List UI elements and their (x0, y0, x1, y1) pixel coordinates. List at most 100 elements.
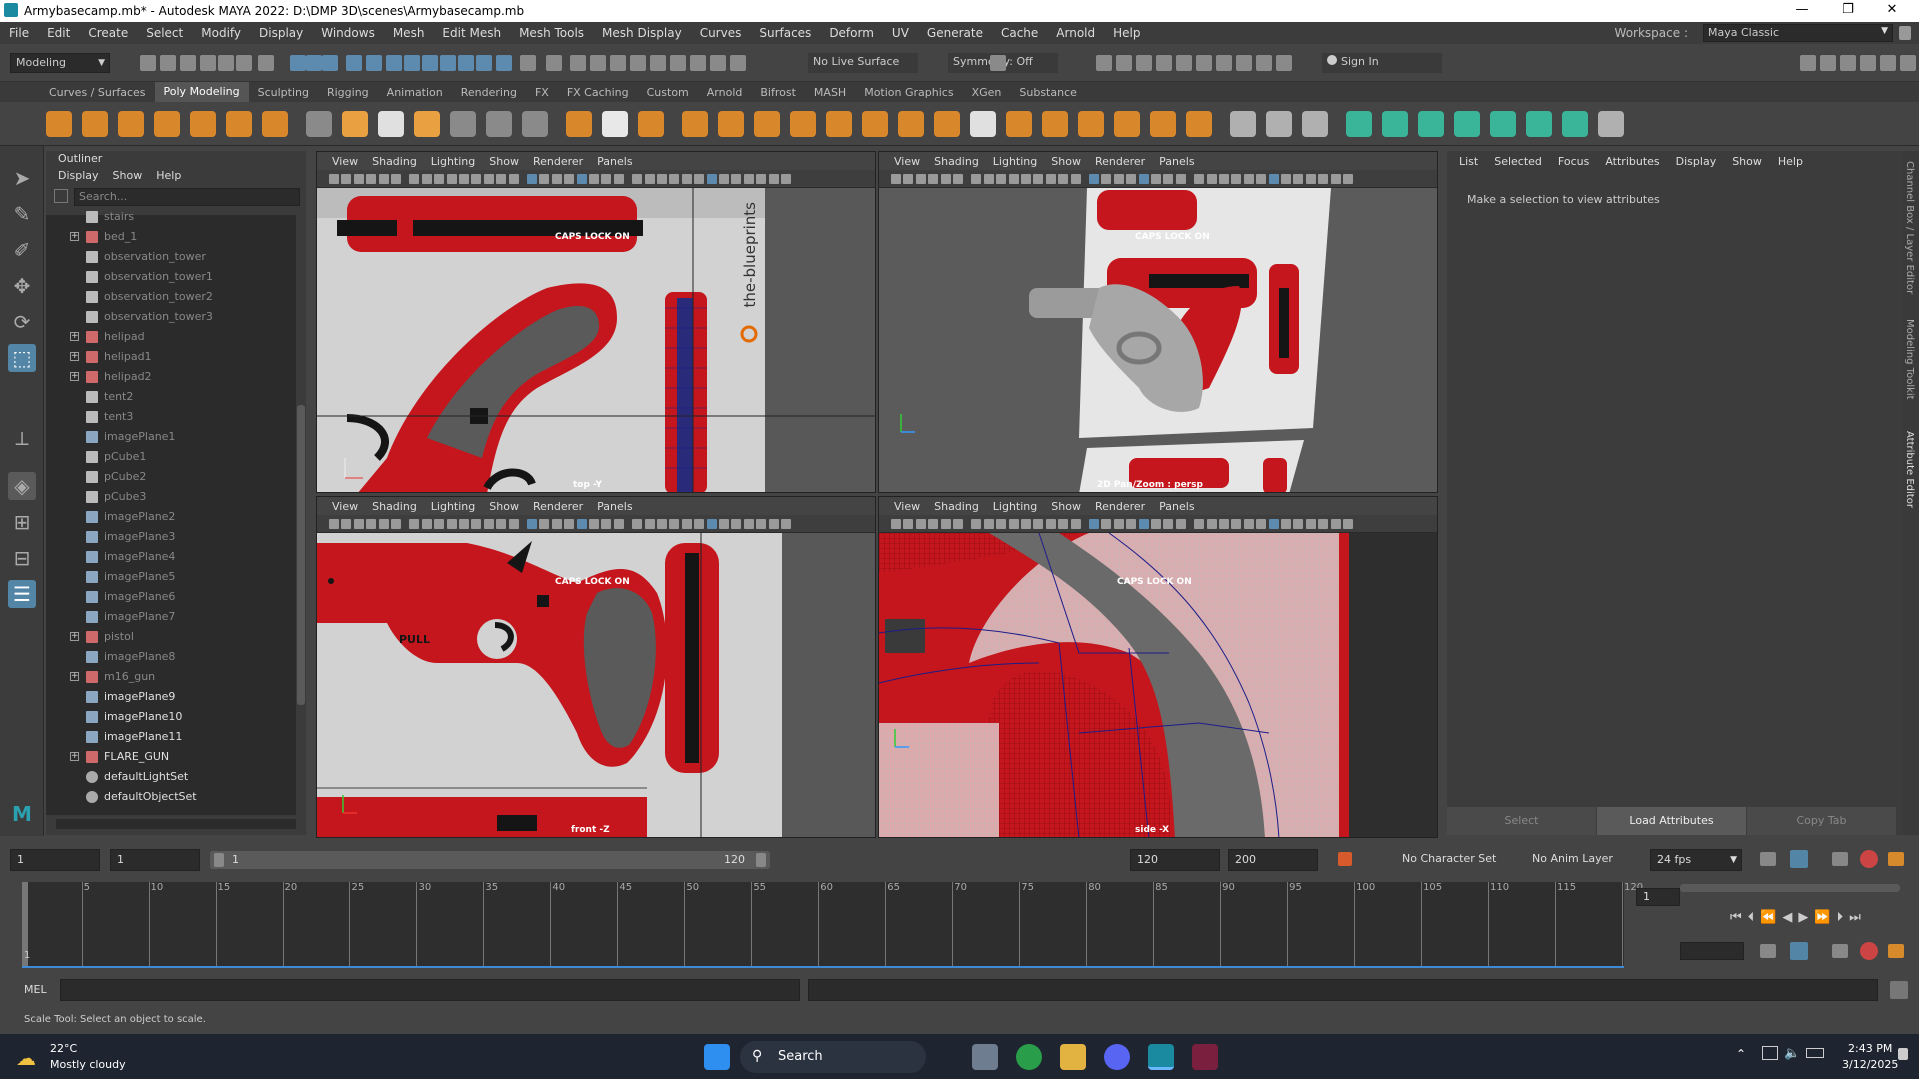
viewport-menu-view[interactable]: View (887, 500, 927, 513)
status-tool-icon[interactable] (650, 55, 666, 71)
viewport-tool-icon[interactable] (731, 519, 742, 529)
taskbar-search[interactable]: ⚲ Search (740, 1041, 926, 1073)
shelf-tab-bifrost[interactable]: Bifrost (751, 86, 805, 99)
viewport-tool-icon[interactable] (657, 174, 667, 184)
attr-menu-show[interactable]: Show (1724, 151, 1770, 173)
viewport-tool-icon[interactable] (1219, 174, 1229, 184)
viewport-menu-lighting[interactable]: Lighting (424, 155, 482, 168)
viewport-menu-view[interactable]: View (325, 155, 365, 168)
attr-menu-list[interactable]: List (1451, 151, 1486, 173)
viewport-tool-icon[interactable] (459, 174, 469, 184)
viewport-tool-icon[interactable] (576, 519, 587, 529)
weather-icon[interactable]: ☁ (16, 1046, 36, 1070)
range-handle-left[interactable] (214, 853, 224, 867)
viewport-tool-icon[interactable] (1138, 519, 1149, 529)
viewport-tool-icon[interactable] (644, 174, 655, 184)
viewport-tool-icon[interactable] (743, 174, 754, 184)
viewport-tool-icon[interactable] (891, 519, 901, 529)
attr-menu-attributes[interactable]: Attributes (1597, 151, 1667, 173)
viewport-tool-icon[interactable] (409, 519, 420, 529)
viewport-top[interactable]: View Shading Lighting Show Renderer Panels (316, 151, 876, 493)
viewport-tool-icon[interactable] (1008, 519, 1019, 529)
viewport-tool-icon[interactable] (378, 174, 389, 184)
menu-arnold[interactable]: Arnold (1047, 26, 1104, 40)
viewport-tool-icon[interactable] (434, 519, 445, 529)
shelf-tool-icon[interactable] (602, 111, 628, 137)
viewport-menu-show[interactable]: Show (482, 500, 526, 513)
viewport-tool-icon[interactable] (508, 519, 519, 529)
viewport-menu-panels[interactable]: Panels (1152, 155, 1201, 168)
shelf-tool-icon[interactable] (718, 111, 744, 137)
status-tool-icon[interactable] (346, 55, 362, 71)
status-tool-icon[interactable] (1800, 55, 1816, 71)
outliner-item[interactable]: + helipad2 (46, 367, 286, 387)
preferences-icon[interactable] (1860, 850, 1878, 868)
cache-playback-icon[interactable] (1790, 942, 1808, 960)
anim-layer-dropdown[interactable]: No Anim Layer (1526, 849, 1646, 871)
viewport-tool-icon[interactable] (694, 519, 705, 529)
status-tool-icon[interactable] (1236, 55, 1252, 71)
outliner-menu-show[interactable]: Show (113, 167, 143, 185)
viewport-tool-icon[interactable] (1163, 519, 1174, 529)
go-to-end-icon[interactable]: ⏭ (1849, 910, 1861, 925)
shelf-tool-icon[interactable] (1078, 111, 1104, 137)
viewport-tool-icon[interactable] (632, 519, 643, 529)
two-pane-layout-icon[interactable]: ⊟ (8, 544, 36, 572)
shelf-tab-custom[interactable]: Custom (638, 86, 698, 99)
viewport-front[interactable]: View Shading Lighting Show Renderer Panels CA… (316, 496, 876, 838)
viewport-tool-icon[interactable] (1058, 174, 1069, 184)
prev-key-icon[interactable]: ⏪ (1760, 910, 1776, 925)
viewport-tool-icon[interactable] (1268, 519, 1279, 529)
status-tool-icon[interactable] (140, 55, 156, 71)
weather-temp[interactable]: 22°C (50, 1042, 77, 1055)
viewport-tool-icon[interactable] (768, 174, 779, 184)
shelf-tool-icon[interactable] (1006, 111, 1032, 137)
shelf-tab-fx[interactable]: FX (526, 86, 558, 99)
loop-icon[interactable] (1760, 852, 1776, 866)
shelf-tool-icon[interactable] (566, 111, 592, 137)
outliner-item[interactable]: imagePlane11 (46, 727, 286, 747)
start-frame-field[interactable]: 1 (10, 849, 100, 871)
attr-menu-help[interactable]: Help (1770, 151, 1811, 173)
outliner-item[interactable]: imagePlane2 (46, 507, 286, 527)
channel-box-tab[interactable]: Channel Box / Layer Editor (1904, 161, 1915, 294)
outliner-item[interactable]: imagePlane7 (46, 607, 286, 627)
viewport-tool-icon[interactable] (446, 519, 457, 529)
shelf-tool-icon[interactable] (1490, 111, 1516, 137)
expand-icon[interactable]: + (70, 752, 79, 761)
task-view-icon[interactable] (972, 1044, 998, 1070)
viewport-menu-show[interactable]: Show (1044, 500, 1088, 513)
shelf-tool-icon[interactable] (1302, 111, 1328, 137)
viewport-tool-icon[interactable] (915, 174, 926, 184)
viewport-tool-icon[interactable] (940, 174, 951, 184)
auto-key-icon[interactable] (1338, 852, 1352, 866)
viewport-tool-icon[interactable] (1330, 519, 1341, 529)
viewport-tool-icon[interactable] (743, 519, 754, 529)
viewport-menu-shading[interactable]: Shading (365, 155, 424, 168)
shelf-tool-icon[interactable] (1526, 111, 1552, 137)
attr-menu-display[interactable]: Display (1668, 151, 1725, 173)
viewport-tool-icon[interactable] (681, 174, 692, 184)
viewport-tool-icon[interactable] (1101, 174, 1112, 184)
shelf-tool-icon[interactable] (154, 111, 180, 137)
viewport-menu-renderer[interactable]: Renderer (526, 155, 590, 168)
status-tool-icon[interactable] (1276, 55, 1292, 71)
viewport-menu-renderer[interactable]: Renderer (1088, 155, 1152, 168)
viewport-canvas[interactable]: CAPS LOCK ON the-blueprints top -Y (317, 188, 875, 492)
step-forward-icon[interactable]: ⏵ (1837, 910, 1844, 925)
status-tool-icon[interactable] (476, 55, 492, 71)
attribute-editor-tab[interactable]: Attribute Editor (1904, 431, 1915, 508)
menu-mesh[interactable]: Mesh (384, 26, 434, 40)
volume-icon[interactable]: 🔈 (1784, 1046, 1800, 1061)
status-tool-icon[interactable] (670, 55, 686, 71)
shelf-tool-icon[interactable] (486, 111, 512, 137)
shelf-tool-icon[interactable] (226, 111, 252, 137)
shelf-tab-rigging[interactable]: Rigging (318, 86, 378, 99)
shelf-tab-mash[interactable]: MASH (805, 86, 855, 99)
move-tool-icon[interactable]: ✥ (8, 272, 36, 300)
shelf-tab-curves-surfaces[interactable]: Curves / Surfaces (40, 86, 155, 99)
viewport-menu-lighting[interactable]: Lighting (424, 500, 482, 513)
show-manipulator-icon[interactable]: ⟂ (8, 424, 36, 452)
viewport-tool-icon[interactable] (601, 519, 612, 529)
status-tool-icon[interactable] (1860, 55, 1876, 71)
